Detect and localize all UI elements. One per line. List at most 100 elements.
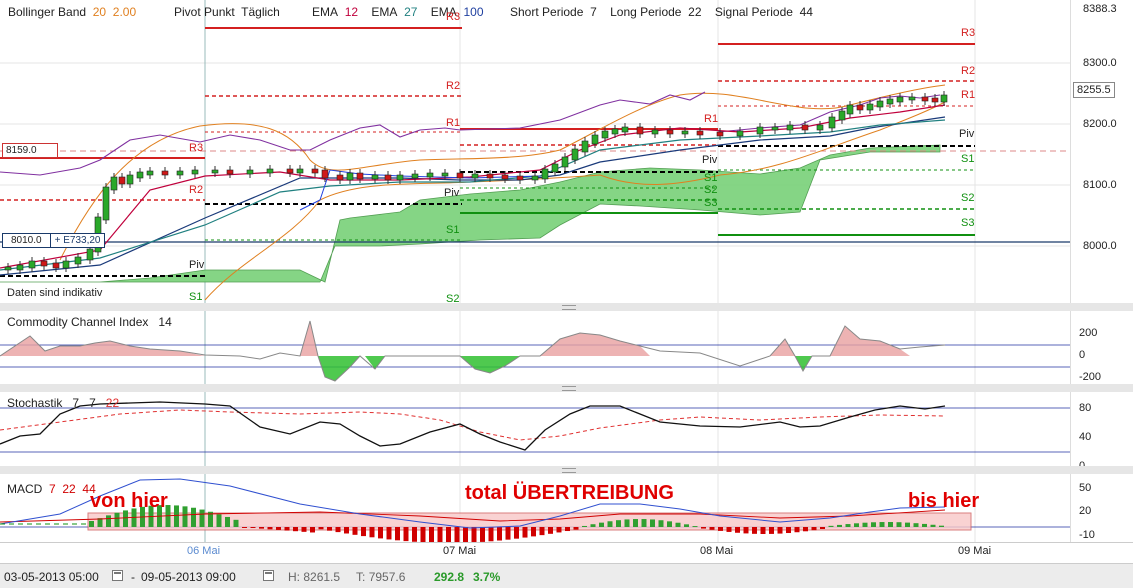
cci-panel[interactable]: Commodity Channel Index 14 (0, 311, 1070, 389)
macd-bar (769, 527, 774, 534)
macd-bar (327, 527, 332, 531)
candle-body (266, 168, 274, 174)
pivot-label-r2-day2: R2 (446, 80, 461, 92)
candle-body (601, 130, 609, 139)
macd-bar (794, 527, 800, 533)
candle-body (191, 169, 199, 175)
cci-negative-fill (318, 356, 812, 381)
price-box-8159: 8159.0 (2, 143, 58, 158)
pivot-label-s1-day3: S1 (704, 172, 718, 184)
candle-body (426, 172, 434, 178)
low-label: T: (356, 570, 366, 584)
macd-panel[interactable]: MACD 7 22 44 von hier total ÜBERTREIBUNG… (0, 474, 1070, 542)
annotation-bis-hier: bis hier (908, 490, 980, 512)
candle-body (876, 100, 884, 108)
range-from: 03-05-2013 05:00 (4, 570, 99, 584)
candle-body (531, 175, 539, 181)
macd-bar (174, 505, 179, 527)
change-value: 292.8 (434, 570, 465, 584)
candle-body (756, 126, 764, 135)
macd-bar (556, 527, 562, 533)
macd-bar (301, 527, 307, 532)
calendar-icon-to[interactable] (263, 570, 274, 581)
candle-body (74, 256, 82, 265)
macd-bar (199, 509, 205, 527)
macd-bar (539, 527, 545, 536)
macd-bar (480, 527, 485, 542)
stochastic-panel[interactable]: Stochastik 7 7 22 (0, 392, 1070, 470)
macd-bar (386, 527, 392, 540)
candle-body (16, 264, 24, 271)
pivot-label-piv-day3: Piv (702, 154, 718, 166)
macd-label: MACD (7, 482, 43, 496)
price-chart[interactable] (0, 0, 1070, 303)
stoch-axis: 80 40 0 (1070, 392, 1133, 472)
macd-bar (454, 527, 460, 542)
cci-label: Commodity Channel Index (7, 315, 149, 329)
cci-period: 14 (158, 315, 172, 329)
candle-body (838, 110, 846, 121)
legend-signal-label: Signal Periode (714, 5, 793, 19)
axis-tick: 8300.0 (1083, 57, 1117, 69)
candle-body (40, 260, 48, 267)
macd-bar (743, 527, 749, 534)
pivot-label-r3-day2: R3 (446, 11, 461, 23)
macd-bar (573, 527, 579, 530)
x-tick-09-mai: 09 Mai (958, 545, 992, 557)
macd-bar (692, 526, 698, 528)
macd-bar (590, 524, 596, 527)
legend-long-value: 22 (688, 5, 702, 19)
current-price-tag: 8255.5 (1073, 82, 1115, 98)
legend-bollinger-p2: 2.00 (112, 5, 137, 19)
x-tick-07-mai: 07 Mai (443, 545, 477, 557)
candle-body (886, 98, 894, 105)
pivot-lines-day1 (0, 157, 205, 277)
candle-body (286, 168, 294, 174)
main-price-axis: 8388.3 8300.0 8200.0 8100.0 8000.0 8255.… (1070, 0, 1133, 303)
candle-body (908, 96, 916, 101)
candle-body (736, 130, 744, 137)
main-price-panel[interactable]: Bollinger Band 20 2.00 Pivot Punkt Tägli… (0, 0, 1070, 305)
macd-bar (709, 527, 715, 530)
macd-bar (633, 519, 638, 527)
legend-ema3-value: 100 (463, 5, 484, 19)
axis-tick: -200 (1079, 371, 1102, 383)
stoch-title: Stochastik 7 7 22 (7, 396, 119, 410)
macd-bar (752, 527, 757, 534)
candle-body (102, 186, 110, 221)
panel-divider[interactable] (0, 466, 1133, 474)
macd-bar (531, 527, 536, 537)
candle-body (356, 172, 364, 180)
high-number: 8261.5 (303, 570, 341, 584)
macd-bar (412, 527, 417, 542)
cci-axis: 200 0 -200 (1070, 311, 1133, 389)
candle-body (161, 170, 169, 176)
macd-bar (514, 527, 519, 539)
panel-divider[interactable] (0, 384, 1133, 392)
stochastic-chart[interactable] (0, 392, 1070, 470)
range-to: 09-05-2013 09:00 (141, 570, 236, 584)
macd-bar (582, 525, 587, 527)
macd-bar (922, 523, 927, 527)
macd-bar (726, 527, 732, 532)
legend-short-value: 7 (590, 5, 597, 19)
macd-p1: 7 (49, 482, 56, 496)
status-bar: 03-05-2013 05:00 - 09-05-2013 09:00 H: 8… (0, 563, 1133, 588)
panel-divider[interactable] (0, 303, 1133, 311)
candle-body (110, 176, 118, 191)
axis-tick: 200 (1079, 327, 1098, 339)
stoch-signal-line (0, 409, 946, 441)
stoch-p3: 22 (105, 396, 120, 410)
macd-bar (318, 527, 324, 530)
calendar-icon-from[interactable] (112, 570, 123, 581)
macd-bar (361, 527, 366, 537)
candle-body (146, 170, 154, 176)
pivot-label-s2-day3: S2 (704, 184, 718, 196)
macd-bar (497, 527, 502, 541)
macd-bar (701, 527, 706, 529)
pivot-label-piv-day4: Piv (959, 128, 975, 140)
macd-bar (310, 527, 315, 533)
legend-bollinger-p1: 20 (92, 5, 107, 19)
macd-bar (276, 527, 281, 530)
candle-body (62, 260, 70, 269)
